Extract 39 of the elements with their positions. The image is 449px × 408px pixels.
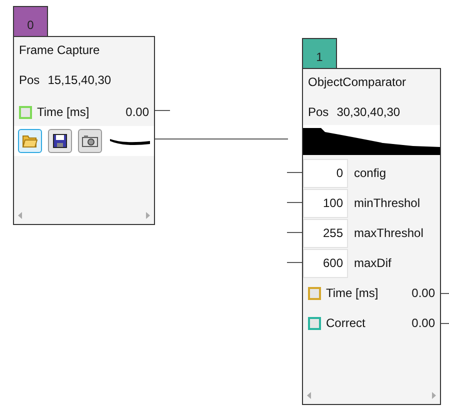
camera-icon xyxy=(82,135,98,147)
output-value: 0.00 xyxy=(412,285,435,302)
input-port-line xyxy=(287,232,302,233)
pos-value: 15,15,40,30 xyxy=(48,72,112,89)
input-label: minThreshol xyxy=(354,195,420,212)
input-label: config xyxy=(354,165,386,182)
output-value: 0.00 xyxy=(126,104,149,121)
checkbox[interactable] xyxy=(19,106,32,118)
output-label: Time [ms] xyxy=(37,104,90,121)
checkbox[interactable] xyxy=(308,286,321,300)
scroll-left-arrow-icon[interactable] xyxy=(307,392,311,399)
open-folder-button[interactable] xyxy=(18,129,42,153)
scroll-right-arrow-icon[interactable] xyxy=(432,392,436,399)
output-port-line xyxy=(155,110,170,111)
input-field[interactable]: 255 xyxy=(303,218,348,248)
input-port-line xyxy=(287,172,302,173)
output-label: Correct xyxy=(326,315,366,332)
folder-icon xyxy=(22,134,38,148)
node-title: Frame Capture xyxy=(18,42,101,59)
input-label: maxDif xyxy=(354,255,392,272)
pos-label: Pos xyxy=(308,104,329,121)
checkbox[interactable] xyxy=(308,316,321,330)
input-port-line xyxy=(287,202,302,203)
save-button[interactable] xyxy=(48,129,72,153)
input-label: maxThreshol xyxy=(354,225,424,242)
node-title: ObjectComparator xyxy=(307,74,408,91)
output-label: Time [ms] xyxy=(326,285,378,302)
scroll-left-arrow-icon[interactable] xyxy=(18,212,22,219)
camera-button[interactable] xyxy=(78,129,102,153)
output-port-line xyxy=(441,293,449,294)
input-port-line xyxy=(287,262,302,263)
scroll-right-arrow-icon[interactable] xyxy=(146,212,150,219)
output-port-line xyxy=(441,323,449,324)
input-field[interactable]: 600 xyxy=(303,248,348,278)
output-value: 0.00 xyxy=(412,315,435,332)
pos-value: 30,30,40,30 xyxy=(336,104,400,121)
pos-label: Pos xyxy=(19,72,40,89)
input-field[interactable]: 100 xyxy=(303,188,348,218)
input-field[interactable]: 0 xyxy=(303,158,348,188)
